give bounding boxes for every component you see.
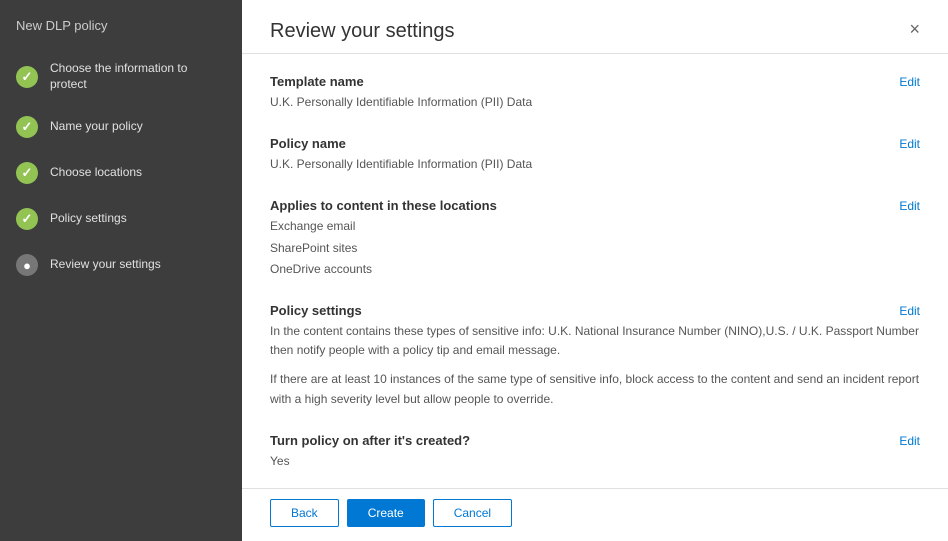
section-policy-settings: Policy settings Edit In the content cont…	[270, 303, 920, 409]
sidebar-label-policy-settings: Policy settings	[50, 211, 127, 227]
policy-settings-label: Policy settings	[270, 303, 362, 318]
sidebar-item-name-policy[interactable]: ✓ Name your policy	[0, 104, 242, 150]
main-footer: Back Create Cancel	[242, 488, 948, 541]
applies-to-edit-button[interactable]: Edit	[899, 199, 920, 213]
section-policy-name: Policy name Edit U.K. Personally Identif…	[270, 136, 920, 174]
step-icon-review-settings: ●	[16, 254, 38, 276]
close-button[interactable]: ×	[909, 20, 920, 38]
section-policy-name-header: Policy name Edit	[270, 136, 920, 151]
sidebar-label-choose-locations: Choose locations	[50, 165, 142, 181]
sidebar-item-policy-settings[interactable]: ✓ Policy settings	[0, 196, 242, 242]
page-title: Review your settings	[270, 20, 455, 43]
create-button[interactable]: Create	[347, 499, 425, 527]
sidebar-title: New DLP policy	[0, 0, 242, 49]
section-applies-to: Applies to content in these locations Ed…	[270, 198, 920, 279]
policy-name-label: Policy name	[270, 136, 346, 151]
main-content: Review your settings × Template name Edi…	[242, 0, 948, 541]
cancel-button[interactable]: Cancel	[433, 499, 512, 527]
policy-settings-paragraph-2: If there are at least 10 instances of th…	[270, 370, 920, 408]
template-name-label: Template name	[270, 74, 364, 89]
sidebar-item-choose-info[interactable]: ✓ Choose the information to protect	[0, 49, 242, 104]
sidebar-item-review-settings[interactable]: ● Review your settings	[0, 242, 242, 288]
sidebar: New DLP policy ✓ Choose the information …	[0, 0, 242, 541]
template-name-value: U.K. Personally Identifiable Information…	[270, 93, 920, 112]
sidebar-label-name-policy: Name your policy	[50, 119, 143, 135]
section-turn-policy-on: Turn policy on after it's created? Edit …	[270, 433, 920, 471]
main-body: Template name Edit U.K. Personally Ident…	[242, 54, 948, 488]
section-template-name: Template name Edit U.K. Personally Ident…	[270, 74, 920, 112]
step-icon-choose-info: ✓	[16, 66, 38, 88]
policy-name-value: U.K. Personally Identifiable Information…	[270, 155, 920, 174]
step-icon-name-policy: ✓	[16, 116, 38, 138]
section-turn-policy-on-header: Turn policy on after it's created? Edit	[270, 433, 920, 448]
policy-settings-paragraph-1: In the content contains these types of s…	[270, 322, 920, 360]
back-button[interactable]: Back	[270, 499, 339, 527]
location-onedrive: OneDrive accounts	[270, 260, 920, 279]
section-template-name-header: Template name Edit	[270, 74, 920, 89]
template-name-edit-button[interactable]: Edit	[899, 75, 920, 89]
main-header: Review your settings ×	[242, 0, 948, 54]
policy-settings-edit-button[interactable]: Edit	[899, 304, 920, 318]
location-sharepoint: SharePoint sites	[270, 239, 920, 258]
section-policy-settings-header: Policy settings Edit	[270, 303, 920, 318]
policy-settings-values: In the content contains these types of s…	[270, 322, 920, 409]
sidebar-label-review-settings: Review your settings	[50, 257, 161, 273]
location-exchange: Exchange email	[270, 217, 920, 236]
applies-to-values: Exchange email SharePoint sites OneDrive…	[270, 217, 920, 279]
sidebar-label-choose-info: Choose the information to protect	[50, 61, 226, 92]
section-applies-to-header: Applies to content in these locations Ed…	[270, 198, 920, 213]
policy-name-edit-button[interactable]: Edit	[899, 137, 920, 151]
turn-policy-on-value: Yes	[270, 452, 920, 471]
turn-policy-on-label: Turn policy on after it's created?	[270, 433, 470, 448]
applies-to-label: Applies to content in these locations	[270, 198, 497, 213]
turn-policy-on-edit-button[interactable]: Edit	[899, 434, 920, 448]
sidebar-item-choose-locations[interactable]: ✓ Choose locations	[0, 150, 242, 196]
step-icon-policy-settings: ✓	[16, 208, 38, 230]
step-icon-choose-locations: ✓	[16, 162, 38, 184]
